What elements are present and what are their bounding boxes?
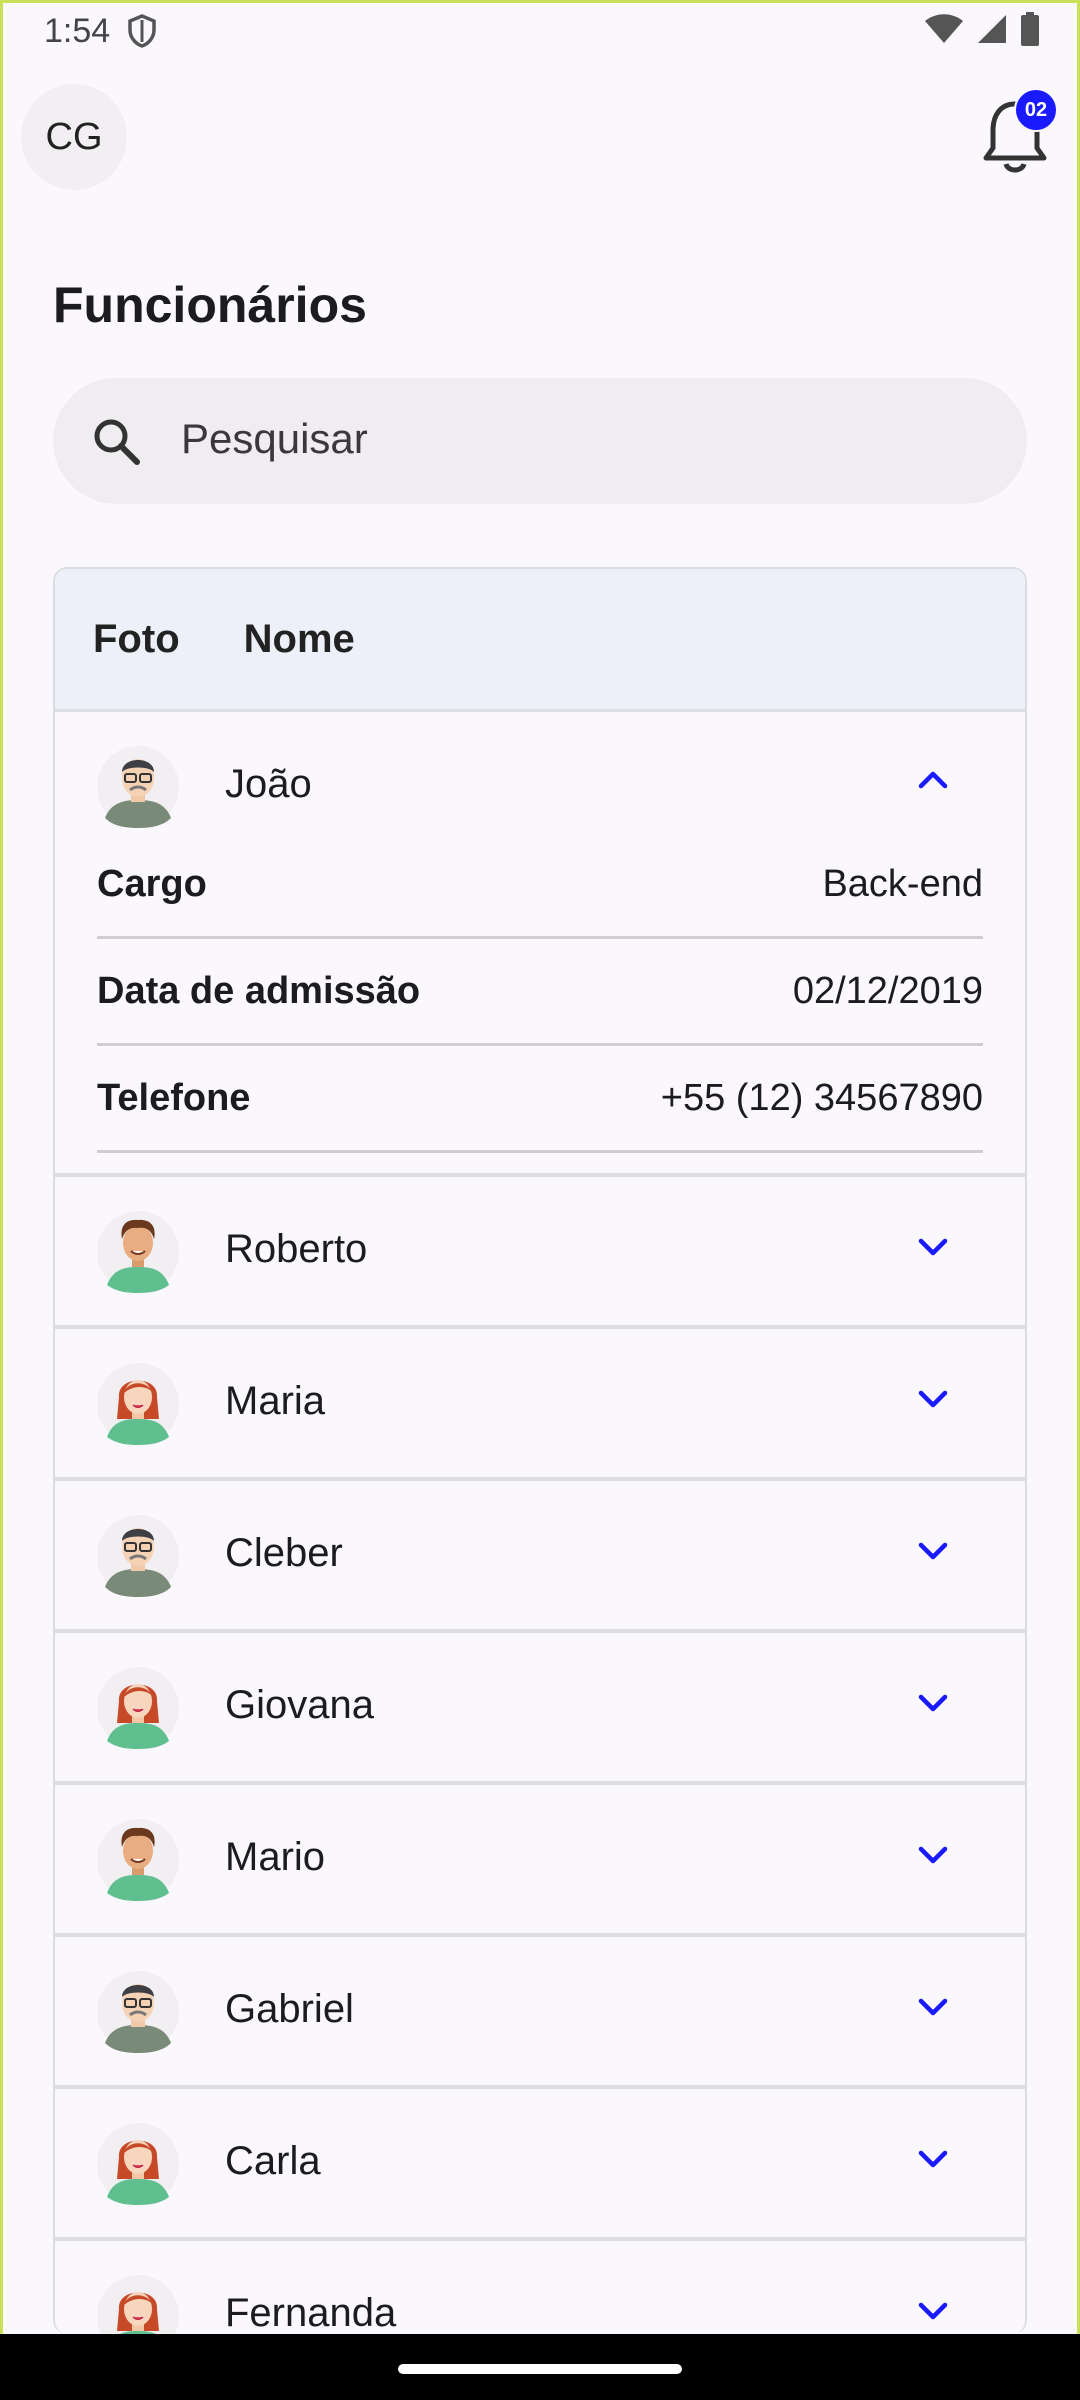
wifi-icon [925,14,963,43]
man-glasses-avatar [97,746,179,828]
system-icons [924,12,1040,46]
man-glasses-avatar [97,1515,179,1597]
woman-redhead-avatar [97,1363,179,1445]
column-header-nome: Nome [243,616,355,661]
chevron-up-icon[interactable] [915,768,951,794]
notification-badge: 02 [1014,88,1058,132]
column-header-foto: Foto [93,616,180,661]
employee-name: Giovana [225,1683,374,1727]
table-row[interactable]: Carla [55,2089,1025,2241]
table-row[interactable]: Cleber [55,1481,1025,1633]
shield-icon [128,14,156,48]
detail-value: +55 (12) 34567890 [660,1076,983,1119]
chevron-down-icon[interactable] [915,1233,951,1259]
status-bar: 1:54 [0,0,1080,62]
table-row[interactable]: Gabriel [55,1937,1025,2089]
employee-name: Mario [225,1835,326,1879]
search-input[interactable] [179,408,983,470]
row-header[interactable]: Fernanda [55,2241,1025,2334]
chevron-down-icon[interactable] [915,1689,951,1715]
detail-label: Cargo [97,862,207,905]
employee-name: Roberto [225,1227,368,1271]
status-time: 1:54 [44,12,111,50]
chevron-down-icon[interactable] [915,2297,951,2323]
table-row[interactable]: Fernanda [55,2241,1025,2334]
detail-label: Telefone [97,1076,251,1119]
man-curly-avatar [97,1819,179,1901]
employee-details: Cargo Back-end Data de admissão 02/12/2019 T… [55,832,1025,1173]
employee-name: João [225,762,312,806]
row-header[interactable]: Mario [55,1785,1025,1933]
employee-name: Maria [225,1379,326,1423]
signal-icon [978,15,1006,43]
row-header[interactable]: Gabriel [55,1937,1025,2085]
woman-redhead-avatar [97,1667,179,1749]
row-header[interactable]: Carla [55,2089,1025,2237]
table-row[interactable]: João Cargo Back-end Data de admissão 02/12/2… [55,712,1025,1177]
row-header[interactable]: Giovana [55,1633,1025,1781]
employee-name: Carla [225,2139,321,2183]
table-row[interactable]: Mario [55,1785,1025,1937]
employee-name: Fernanda [225,2291,397,2334]
search-icon [94,419,140,465]
employees-table: Foto Nome João Cargo Back-end Data de admis… [53,567,1027,2334]
chevron-down-icon[interactable] [915,1841,951,1867]
woman-redhead-avatar [97,2275,179,2334]
row-header[interactable]: Maria [55,1329,1025,1477]
row-header[interactable]: João [55,712,1025,860]
page-title: Funcionários [53,277,367,333]
table-body: João Cargo Back-end Data de admissão 02/12/2… [55,712,1025,2334]
detail-label: Data de admissão [97,969,421,1012]
man-glasses-avatar [97,1971,179,2053]
table-row[interactable]: Roberto [55,1177,1025,1329]
chevron-down-icon[interactable] [915,1537,951,1563]
employee-name: Gabriel [225,1987,354,2031]
home-indicator[interactable] [398,2364,682,2374]
table-header: Foto Nome [55,569,1025,712]
row-header[interactable]: Roberto [55,1177,1025,1325]
chevron-down-icon[interactable] [915,1993,951,2019]
battery-icon [1021,12,1039,46]
man-curly-avatar [97,1211,179,1293]
detail-row: Data de admissão 02/12/2019 [97,939,983,1046]
chevron-down-icon[interactable] [915,1385,951,1411]
table-row[interactable]: Giovana [55,1633,1025,1785]
woman-redhead-avatar [97,2123,179,2205]
detail-value: 02/12/2019 [792,969,983,1012]
user-avatar[interactable]: CG [21,84,127,190]
search-bar[interactable] [53,378,1027,504]
detail-row: Telefone +55 (12) 34567890 [97,1046,983,1153]
employee-name: Cleber [225,1531,343,1575]
detail-value: Back-end [822,862,983,905]
row-header[interactable]: Cleber [55,1481,1025,1629]
table-row[interactable]: Maria [55,1329,1025,1481]
chevron-down-icon[interactable] [915,2145,951,2171]
